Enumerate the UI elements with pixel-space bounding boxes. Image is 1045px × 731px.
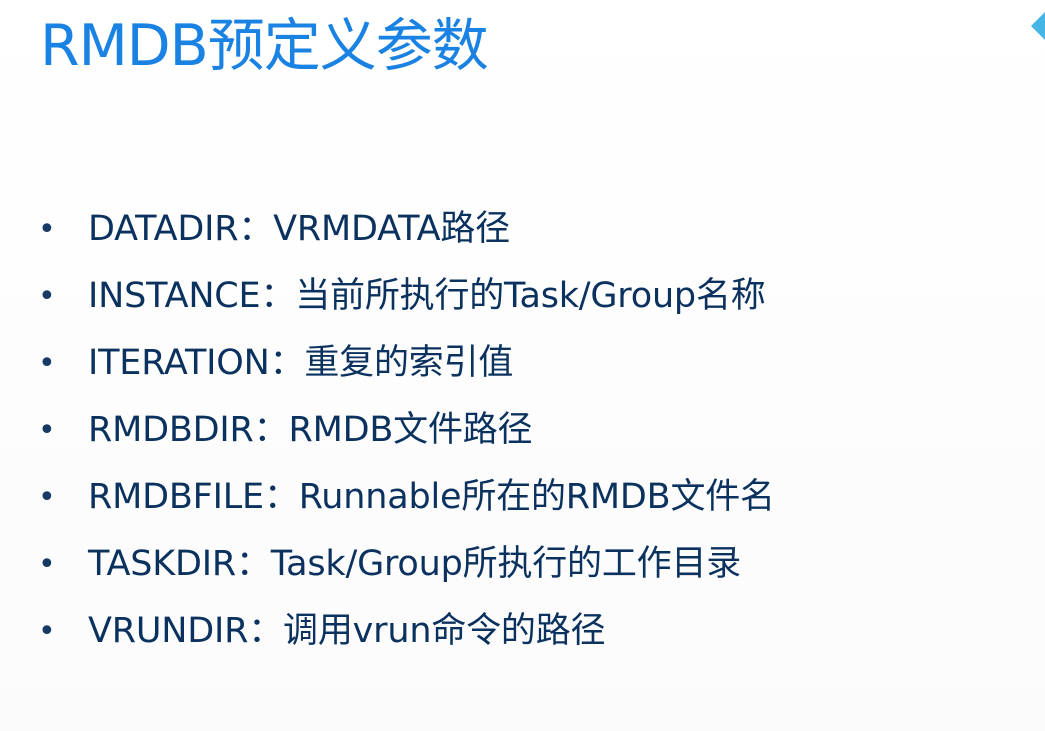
list-item-text: RMDBFILE：Runnable所在的RMDB文件名 — [88, 477, 775, 517]
bullet-icon: • — [38, 279, 56, 314]
slide-title: RMDB预定义参数 — [40, 13, 489, 79]
list-item-text: TASKDIR：Task/Group所执行的工作目录 — [88, 544, 742, 584]
list-item-text: DATADIR：VRMDATA路径 — [88, 209, 510, 249]
list-item: • VRUNDIR：调用vrun命令的路径 — [38, 598, 775, 665]
bullet-icon: • — [38, 212, 56, 247]
list-item: • INSTANCE：当前所执行的Task/Group名称 — [38, 263, 775, 330]
presentation-slide: RMDB预定义参数 • DATADIR：VRMDATA路径 • INSTANCE… — [0, 0, 1045, 731]
list-item: • RMDBFILE：Runnable所在的RMDB文件名 — [38, 464, 775, 531]
bullet-icon: • — [38, 547, 56, 582]
list-item-text: INSTANCE：当前所执行的Task/Group名称 — [88, 276, 766, 316]
bullet-icon: • — [38, 346, 56, 381]
list-item-text: VRUNDIR：调用vrun命令的路径 — [88, 611, 606, 651]
slide-corner-arrow-icon — [1031, 12, 1045, 40]
bullet-icon: • — [38, 614, 56, 649]
bullet-icon: • — [38, 480, 56, 515]
list-item: • TASKDIR：Task/Group所执行的工作目录 — [38, 531, 775, 598]
list-item: • RMDBDIR：RMDB文件路径 — [38, 397, 775, 464]
bullet-icon: • — [38, 413, 56, 448]
list-item: • ITERATION：重复的索引值 — [38, 330, 775, 397]
list-item-text: ITERATION：重复的索引值 — [88, 343, 514, 383]
list-item: • DATADIR：VRMDATA路径 — [38, 196, 775, 263]
parameter-list: • DATADIR：VRMDATA路径 • INSTANCE：当前所执行的Tas… — [38, 196, 775, 665]
list-item-text: RMDBDIR：RMDB文件路径 — [88, 410, 533, 450]
